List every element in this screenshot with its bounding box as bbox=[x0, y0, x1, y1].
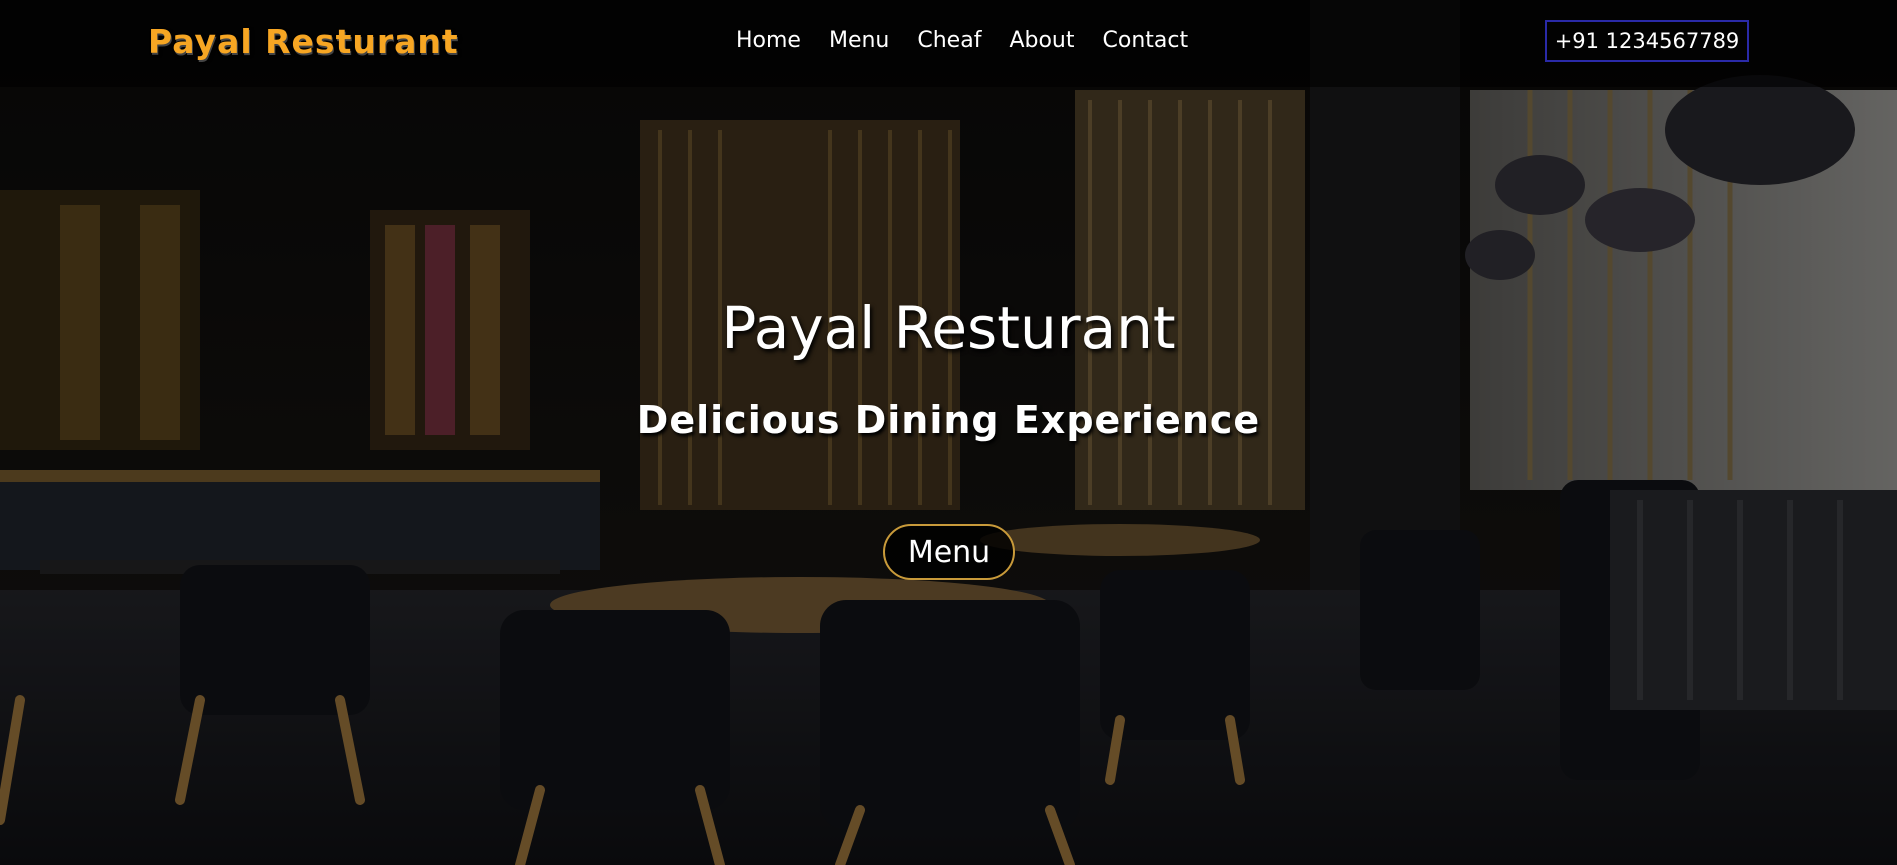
hero-subtitle: Delicious Dining Experience bbox=[636, 398, 1261, 442]
nav-links: Home Menu Cheaf About Contact bbox=[736, 28, 1216, 53]
phone-button[interactable]: +91 1234567789 bbox=[1545, 20, 1749, 62]
nav-link-home[interactable]: Home bbox=[736, 28, 801, 53]
nav-link-menu[interactable]: Menu bbox=[829, 28, 889, 53]
nav-link-about[interactable]: About bbox=[1009, 28, 1074, 53]
brand-logo[interactable]: Payal Resturant bbox=[148, 22, 459, 61]
hero-section: Payal Resturant Home Menu Cheaf About Co… bbox=[0, 0, 1897, 865]
menu-button[interactable]: Menu bbox=[883, 524, 1015, 580]
nav-link-contact[interactable]: Contact bbox=[1103, 28, 1189, 53]
navbar: Payal Resturant Home Menu Cheaf About Co… bbox=[0, 0, 1897, 87]
nav-link-cheaf[interactable]: Cheaf bbox=[917, 28, 981, 53]
hero-title: Payal Resturant bbox=[721, 294, 1176, 362]
